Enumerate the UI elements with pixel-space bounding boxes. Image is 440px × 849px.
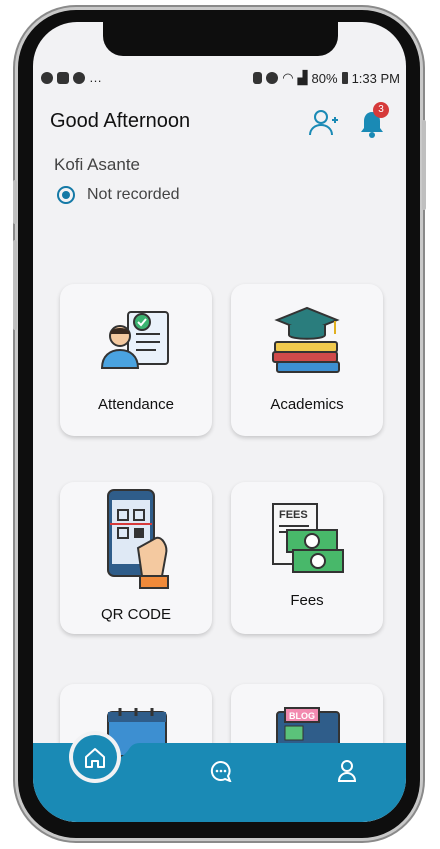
volume-up-button (13, 180, 17, 224)
chat-icon[interactable] (210, 760, 232, 782)
notification-badge: 3 (373, 102, 389, 118)
academics-label: Academics (270, 396, 344, 413)
fees-icon: FEES (272, 503, 344, 573)
svg-text:BLOG: BLOG (289, 711, 315, 721)
home-button[interactable] (73, 735, 117, 779)
svg-text:FEES: FEES (279, 509, 308, 521)
qr-code-label: QR CODE (100, 606, 171, 623)
lock-icon (253, 72, 263, 84)
volume-down-button (13, 240, 17, 330)
add-user-icon[interactable] (308, 108, 338, 138)
notch (103, 22, 338, 56)
user-name: Kofi Asante (54, 155, 141, 174)
youtube-icon (57, 71, 69, 84)
attendance-icon (100, 311, 169, 369)
alert-icon (73, 71, 85, 84)
status-bar: … ◠ ▟ 80% 1:33 PM (33, 70, 406, 90)
greeting-title: Good Afternoon (50, 110, 191, 132)
attendance-status-radio[interactable] (57, 186, 75, 204)
power-button (422, 120, 426, 210)
more-dots-icon: … (89, 70, 102, 85)
qr-code-tile[interactable]: QR CODE (60, 482, 212, 634)
whatsapp-icon (41, 71, 53, 84)
home-icon (85, 748, 105, 768)
wifi-icon: ◠ (282, 70, 294, 85)
app-screen: … ◠ ▟ 80% 1:33 PM Good Afternoon 3 Kofi … (33, 22, 406, 822)
fees-tile[interactable]: FEES Fees (231, 482, 383, 634)
academics-tile[interactable]: Academics (231, 284, 383, 436)
clock-text: 1:33 PM (351, 70, 400, 86)
battery-text: 80% (311, 70, 338, 86)
fees-label: Fees (290, 592, 324, 609)
profile-icon[interactable] (337, 759, 357, 783)
signal-icon: ▟ (297, 70, 308, 85)
attendance-label: Attendance (98, 396, 174, 413)
qr-code-icon (107, 489, 169, 589)
attendance-status-text: Not recorded (87, 186, 180, 203)
battery-icon (341, 72, 348, 84)
alarm-icon (266, 72, 279, 84)
attendance-tile[interactable]: Attendance (60, 284, 212, 436)
academics-icon (272, 306, 340, 373)
